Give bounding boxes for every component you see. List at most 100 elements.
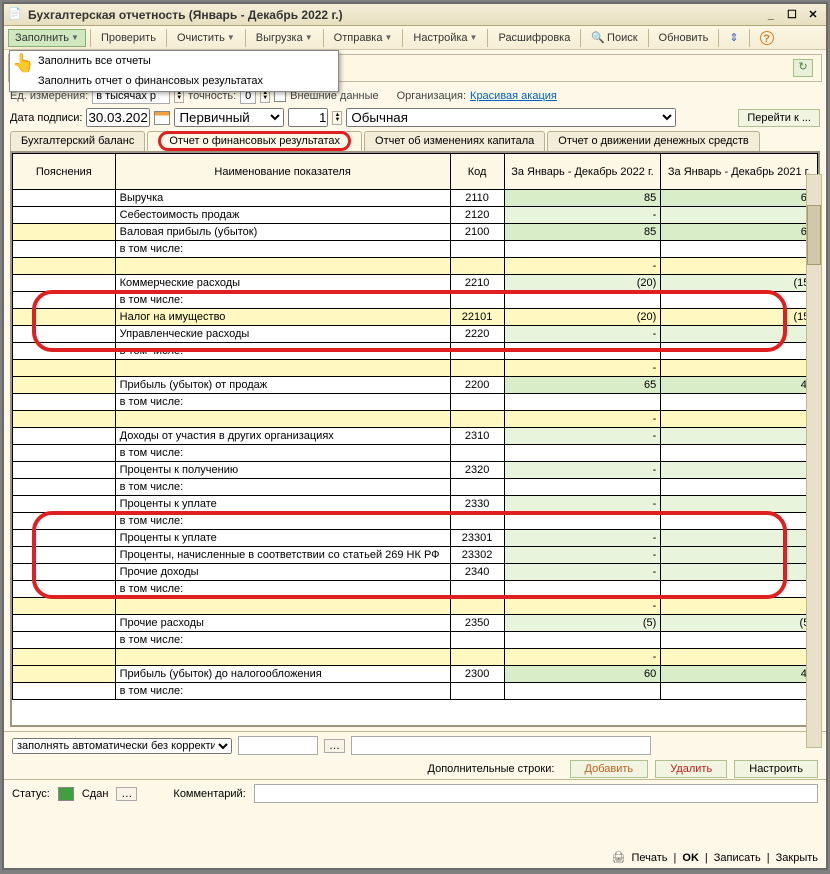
footer: 🖨 Печать | OK | Записать | Закрыть bbox=[612, 851, 818, 864]
doc-icon: 📄 bbox=[8, 7, 24, 23]
configure-button[interactable]: Настроить bbox=[734, 760, 818, 778]
sign-date-input[interactable] bbox=[86, 108, 150, 127]
close-link[interactable]: Закрыть bbox=[776, 852, 818, 864]
refresh-button[interactable]: Обновить bbox=[653, 30, 715, 46]
tab-cashflow[interactable]: Отчет о движении денежных средств bbox=[547, 131, 759, 151]
menu-fill-fin[interactable]: Заполнить отчет о финансовых результатах bbox=[10, 71, 338, 91]
print-button[interactable]: Печать bbox=[631, 852, 667, 864]
date-row: Дата подписи: Первичный ▲▼ Обычная Перей… bbox=[4, 106, 826, 129]
table-row[interactable]: в том числе: bbox=[13, 394, 818, 411]
sign-date-label: Дата подписи: bbox=[10, 112, 82, 124]
fill-mode-select[interactable]: заполнять автоматически без корректировк bbox=[12, 738, 232, 754]
table-row[interactable]: Прочие доходы2340-- bbox=[13, 564, 818, 581]
table-row[interactable]: -- bbox=[13, 649, 818, 666]
th-name: Наименование показателя bbox=[115, 154, 450, 190]
table-row[interactable]: в том числе: bbox=[13, 292, 818, 309]
table-row[interactable]: -- bbox=[13, 411, 818, 428]
table-row[interactable]: Доходы от участия в других организациях2… bbox=[13, 428, 818, 445]
extra-lines-bar: Дополнительные строки: Добавить Удалить … bbox=[4, 759, 826, 779]
toolbar: Заполнить▼ Проверить Очистить▼ Выгрузка▼… bbox=[4, 26, 826, 50]
app-window: 📄 Бухгалтерская отчетность (Январь - Дек… bbox=[2, 2, 828, 870]
ok-button[interactable]: OK bbox=[682, 852, 699, 864]
bottom-input-1[interactable] bbox=[238, 736, 318, 755]
table-row[interactable]: Коммерческие расходы2210(20)(15) bbox=[13, 275, 818, 292]
table-row[interactable]: в том числе: bbox=[13, 513, 818, 530]
th-expl: Пояснения bbox=[13, 154, 116, 190]
table-row[interactable]: Налог на имущество22101(20)(15) bbox=[13, 309, 818, 326]
table-row[interactable]: -- bbox=[13, 258, 818, 275]
type-select[interactable]: Первичный bbox=[174, 108, 284, 127]
table-row[interactable]: Валовая прибыль (убыток)21008563 bbox=[13, 224, 818, 241]
table-row[interactable]: Выручка21108563 bbox=[13, 190, 818, 207]
cursor-icon: 👆 bbox=[12, 53, 34, 74]
page-spinner[interactable]: ▲▼ bbox=[332, 111, 342, 125]
window-title: Бухгалтерская отчетность (Январь - Декаб… bbox=[28, 8, 762, 22]
status-icon bbox=[58, 787, 74, 801]
vertical-scrollbar[interactable] bbox=[806, 174, 822, 748]
print-icon: 🖨 bbox=[612, 851, 626, 864]
bottom-controls: заполнять автоматически без корректировк… bbox=[4, 731, 826, 759]
menu-fill-all[interactable]: 👆 Заполнить все отчеты bbox=[10, 51, 338, 71]
add-button[interactable]: Добавить bbox=[570, 760, 649, 778]
th-code: Код bbox=[450, 154, 504, 190]
table-row[interactable]: Проценты, начисленные в соответствии со … bbox=[13, 547, 818, 564]
message-refresh-button[interactable]: ↻ bbox=[793, 59, 813, 77]
minimize-button[interactable]: _ bbox=[762, 9, 780, 21]
decode-button[interactable]: Расшифровка bbox=[492, 30, 576, 46]
table-row[interactable]: в том числе: bbox=[13, 445, 818, 462]
scroll-thumb[interactable] bbox=[807, 205, 821, 265]
tab-capital[interactable]: Отчет об изменениях капитала bbox=[364, 131, 545, 151]
org-label: Организация: bbox=[397, 90, 466, 102]
send-button[interactable]: Отправка▼ bbox=[328, 30, 399, 46]
table-row[interactable]: Прибыль (убыток) от продаж22006548 bbox=[13, 377, 818, 394]
clear-button[interactable]: Очистить▼ bbox=[171, 30, 241, 46]
help-button[interactable]: ? bbox=[754, 29, 780, 47]
save-button[interactable]: Записать bbox=[714, 852, 761, 864]
table-row[interactable]: Проценты к уплате2330-- bbox=[13, 496, 818, 513]
fill-button[interactable]: Заполнить▼ bbox=[8, 29, 86, 47]
page-input[interactable] bbox=[288, 108, 328, 127]
delete-button[interactable]: Удалить bbox=[655, 760, 727, 778]
th-c1: За Январь - Декабрь 2022 г. bbox=[504, 154, 661, 190]
settings-button[interactable]: Настройка▼ bbox=[407, 30, 483, 46]
status-value: Сдан bbox=[82, 788, 109, 800]
table-area: Пояснения Наименование показателя Код За… bbox=[10, 151, 820, 727]
bottom-browse-1[interactable]: … bbox=[324, 739, 345, 753]
calendar-icon[interactable] bbox=[154, 111, 170, 125]
comment-label: Комментарий: bbox=[173, 788, 245, 800]
table-row[interactable]: в том числе: bbox=[13, 632, 818, 649]
bottom-input-2[interactable] bbox=[351, 736, 651, 755]
table-row[interactable]: в том числе: bbox=[13, 241, 818, 258]
table-row[interactable]: в том числе: bbox=[13, 683, 818, 700]
goto-button[interactable]: Перейти к ... bbox=[738, 109, 820, 127]
status-row: Статус: Сдан … Комментарий: bbox=[4, 779, 826, 807]
fill-dropdown: 👆 Заполнить все отчеты Заполнить отчет о… bbox=[9, 50, 339, 92]
table-row[interactable]: в том числе: bbox=[13, 479, 818, 496]
table-row[interactable]: Прочие расходы2350(5)(5) bbox=[13, 615, 818, 632]
check-button[interactable]: Проверить bbox=[95, 30, 162, 46]
updown-button[interactable]: ⇕ bbox=[723, 29, 744, 46]
org-link[interactable]: Красивая акация bbox=[470, 90, 557, 102]
window-controls: _ ☐ ✕ bbox=[762, 8, 822, 21]
table-row[interactable]: Прибыль (убыток) до налогообложения23006… bbox=[13, 666, 818, 683]
table-row[interactable]: Проценты к получению2320-- bbox=[13, 462, 818, 479]
upload-button[interactable]: Выгрузка▼ bbox=[250, 30, 319, 46]
maximize-button[interactable]: ☐ bbox=[783, 8, 801, 21]
comment-input[interactable] bbox=[254, 784, 818, 803]
table-row[interactable]: в том числе: bbox=[13, 343, 818, 360]
extra-label: Дополнительные строки: bbox=[428, 763, 555, 775]
search-button[interactable]: 🔍Поиск bbox=[585, 29, 643, 46]
table-row[interactable]: в том числе: bbox=[13, 581, 818, 598]
data-table: Пояснения Наименование показателя Код За… bbox=[12, 153, 818, 700]
table-row[interactable]: Проценты к уплате23301-- bbox=[13, 530, 818, 547]
variant-select[interactable]: Обычная bbox=[346, 108, 676, 127]
table-row[interactable]: -- bbox=[13, 598, 818, 615]
table-row[interactable]: -- bbox=[13, 360, 818, 377]
close-button[interactable]: ✕ bbox=[804, 8, 822, 21]
tab-finresults[interactable]: Отчет о финансовых результатах bbox=[147, 131, 362, 151]
status-label: Статус: bbox=[12, 788, 50, 800]
tab-balance[interactable]: Бухгалтерский баланс bbox=[10, 131, 145, 151]
table-row[interactable]: Управленческие расходы2220-- bbox=[13, 326, 818, 343]
status-browse[interactable]: … bbox=[116, 787, 137, 801]
table-row[interactable]: Себестоимость продаж2120-- bbox=[13, 207, 818, 224]
